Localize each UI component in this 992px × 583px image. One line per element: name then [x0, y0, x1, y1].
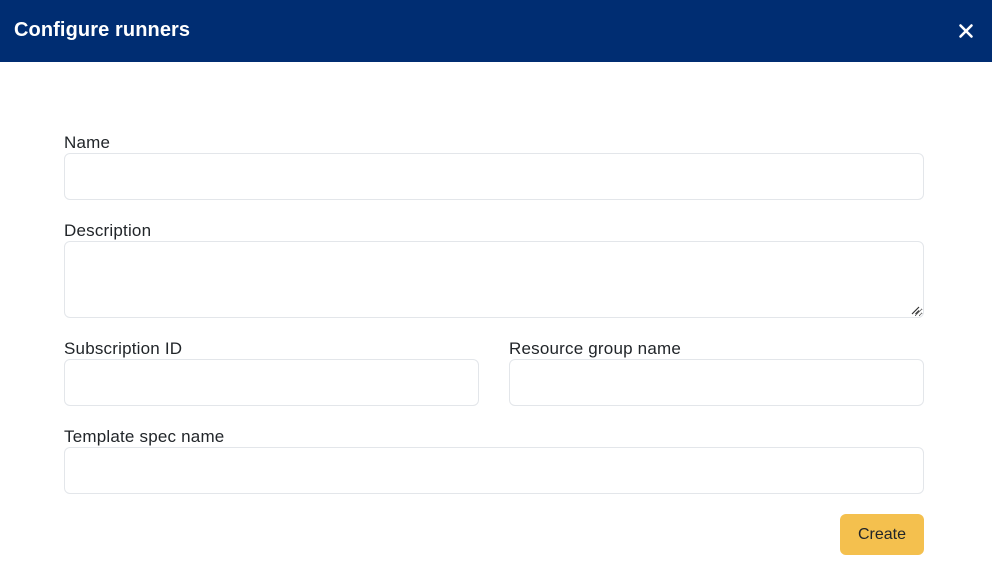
dialog-title: Configure runners [14, 19, 191, 41]
name-input[interactable] [64, 153, 924, 200]
template-spec-name-input[interactable] [64, 447, 924, 494]
resize-grip-icon[interactable] [910, 305, 920, 315]
subscription-id-label: Subscription ID [64, 339, 183, 358]
description-textarea[interactable] [64, 241, 924, 318]
close-icon [959, 24, 973, 38]
configure-runners-dialog: Configure runners Name Description Subsc… [0, 0, 992, 583]
name-label: Name [64, 133, 111, 152]
template-spec-name-label: Template spec name [64, 427, 225, 446]
description-label: Description [64, 221, 152, 240]
subscription-id-input[interactable] [64, 359, 479, 406]
close-button[interactable] [954, 19, 978, 43]
resource-group-name-label: Resource group name [509, 339, 682, 358]
create-button[interactable]: Create [840, 514, 924, 555]
dialog-header: Configure runners [0, 0, 992, 62]
resource-group-name-input[interactable] [509, 359, 924, 406]
